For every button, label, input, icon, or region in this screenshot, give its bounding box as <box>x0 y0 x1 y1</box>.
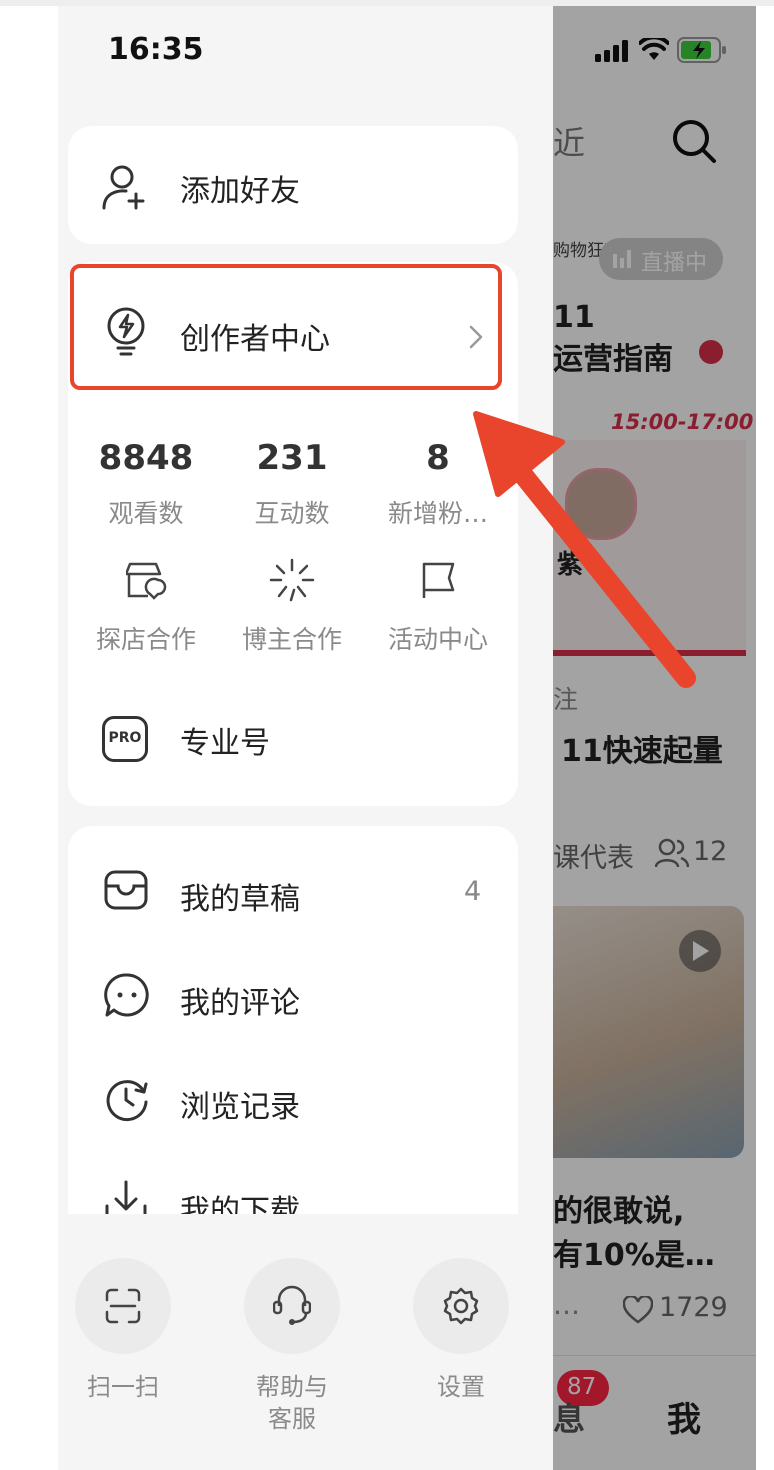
settings-button[interactable] <box>413 1258 509 1354</box>
menu-item-drafts-label: 我的草稿 <box>180 882 300 917</box>
add-friend-row[interactable]: 添加好友 <box>68 126 518 244</box>
tool-blogger-collab[interactable]: 博主合作 <box>217 558 367 658</box>
menu-item-comments[interactable]: 我的评论 <box>68 942 518 1046</box>
flag-icon <box>422 562 455 598</box>
help-button[interactable] <box>244 1258 340 1354</box>
settings-label: 设置 <box>437 1373 485 1401</box>
scan-button[interactable] <box>75 1258 171 1354</box>
screen-edge-left <box>0 0 58 1470</box>
drawer-footer: 扫一扫 帮助与 客服 设置 <box>58 1214 553 1470</box>
gear-icon <box>443 1287 479 1325</box>
menu-item-drafts[interactable]: 我的草稿 4 <box>68 838 518 942</box>
pro-account-label: 专业号 <box>180 726 270 761</box>
menu-item-comments-label: 我的评论 <box>180 986 300 1021</box>
menu-item-history[interactable]: 浏览记录 <box>68 1046 518 1150</box>
drafts-count: 4 <box>464 876 482 907</box>
pro-badge-icon: PRO <box>102 716 148 762</box>
history-clock-icon <box>106 1080 148 1122</box>
pro-account-row[interactable]: PRO 专业号 <box>68 692 518 792</box>
stat-views-label: 观看数 <box>108 499 184 528</box>
chat-bubble-icon <box>104 973 149 1017</box>
stat-views-value: 8848 <box>98 438 194 478</box>
store-location-icon <box>126 562 167 600</box>
pointer-arrow-icon <box>473 411 696 688</box>
pro-badge-text: PRO <box>108 730 142 746</box>
stat-interactions-label: 互动数 <box>254 499 330 528</box>
side-drawer: 16:35 添加好友 创作者中心 8848 观看数 231 互动数 8 新增粉…… <box>58 6 553 1470</box>
tool-store-collab[interactable]: 探店合作 <box>71 558 221 658</box>
stat-interactions-value: 231 <box>256 438 328 478</box>
inbox-tray-icon <box>104 870 148 910</box>
scan-icon <box>105 1288 141 1324</box>
sparkle-icon <box>269 558 315 602</box>
highlight-box <box>70 264 502 390</box>
menu-item-history-label: 浏览记录 <box>180 1090 300 1125</box>
screen-edge <box>756 0 774 1470</box>
tool-store-collab-label: 探店合作 <box>95 625 196 654</box>
scan-label: 扫一扫 <box>87 1373 159 1401</box>
tool-blogger-collab-label: 博主合作 <box>241 625 342 654</box>
status-time: 16:35 <box>108 32 204 67</box>
headset-icon <box>273 1285 311 1325</box>
help-label-line1: 帮助与 <box>256 1373 328 1401</box>
overlay-scrim[interactable] <box>553 0 756 1470</box>
help-label-line2: 客服 <box>268 1405 316 1433</box>
add-user-icon <box>102 165 145 210</box>
add-friend-label: 添加好友 <box>180 174 300 209</box>
